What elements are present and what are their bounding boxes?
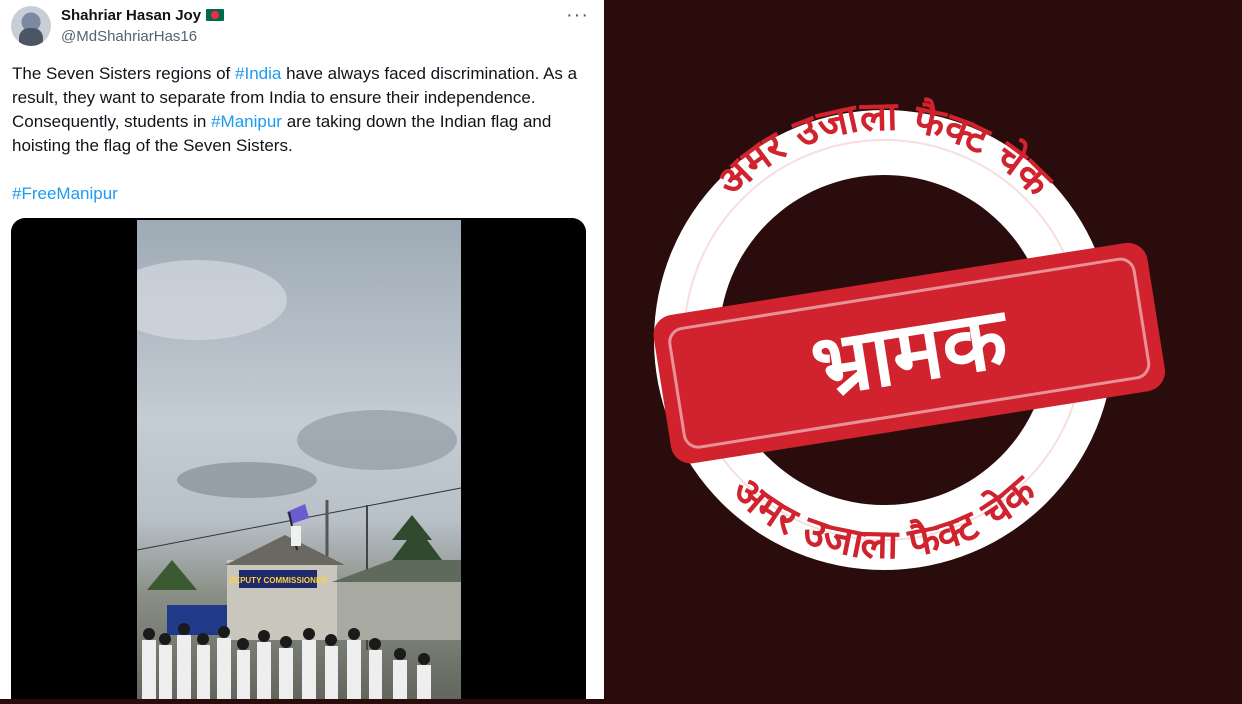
- avatar[interactable]: [11, 6, 51, 46]
- hashtag-india[interactable]: #India: [235, 64, 281, 83]
- bangladesh-flag-icon: [206, 9, 225, 21]
- tweet-card: Shahriar Hasan Joy @MdShahriarHas16 ··· …: [0, 0, 604, 699]
- hashtag-freemanipur[interactable]: #FreeManipur: [12, 184, 118, 204]
- video-frame: DEPUTY COMMISSIONER: [137, 220, 461, 699]
- author-name-text[interactable]: Shahriar Hasan Joy: [61, 7, 201, 24]
- building-sign: DEPUTY COMMISSIONER: [229, 576, 327, 585]
- more-options-icon[interactable]: ···: [566, 4, 589, 27]
- hashtag-manipur[interactable]: #Manipur: [211, 112, 282, 131]
- tweet-text-segment: The Seven Sisters regions of: [12, 64, 236, 83]
- tweet-text: The Seven Sisters regions of #India have…: [12, 62, 592, 158]
- fact-check-panel: अमर उजाला फैक्ट चेक अमर उजाला फैक्ट चेक …: [604, 0, 1242, 699]
- author-handle[interactable]: @MdShahriarHas16: [61, 28, 197, 45]
- author-name[interactable]: Shahriar Hasan Joy: [61, 7, 225, 24]
- video-player[interactable]: DEPUTY COMMISSIONER: [11, 218, 586, 699]
- fact-check-stamp: अमर उजाला फैक्ट चेक अमर उजाला फैक्ट चेक …: [653, 94, 1166, 570]
